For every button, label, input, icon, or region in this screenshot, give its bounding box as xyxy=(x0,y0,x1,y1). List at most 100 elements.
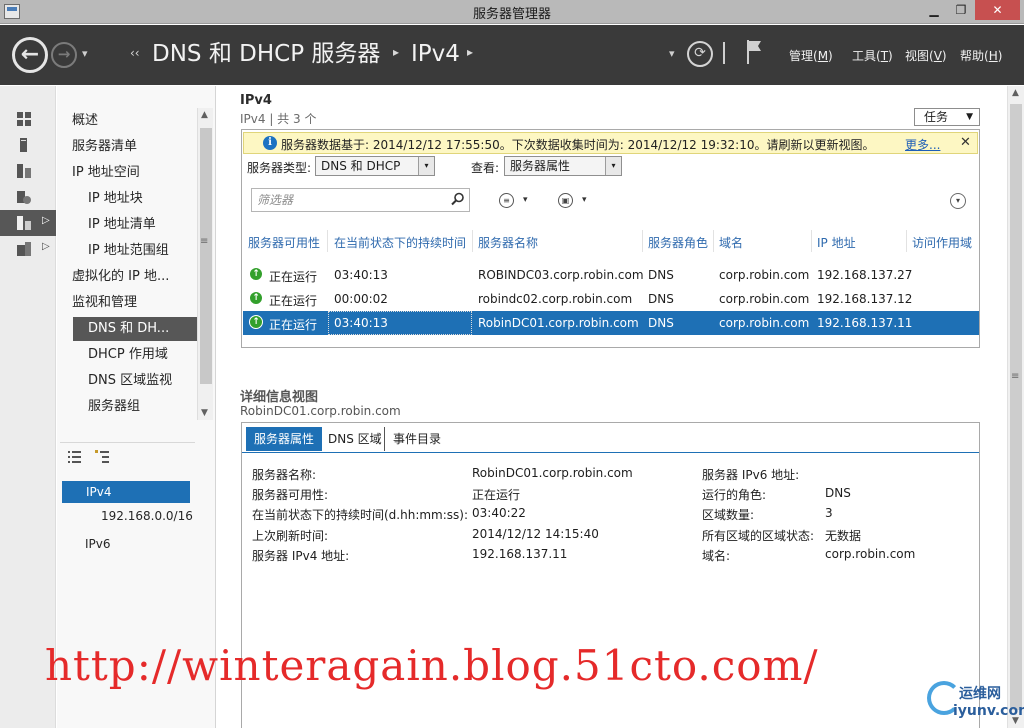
view-label: 查看: xyxy=(471,161,500,175)
column-header-availability[interactable]: 服务器可用性 xyxy=(248,234,320,251)
strip-all-servers[interactable] xyxy=(0,158,56,184)
cell-availability: 正在运行 xyxy=(269,294,318,308)
list-view-icon[interactable] xyxy=(65,448,83,466)
column-divider[interactable] xyxy=(713,230,714,252)
column-header-ip[interactable]: IP 地址 xyxy=(817,234,856,251)
nav-scrollbar[interactable]: ▲ ≡ ▼ xyxy=(197,108,213,420)
close-button[interactable]: ✕ xyxy=(975,0,1020,20)
column-header-role[interactable]: 服务器角色 xyxy=(648,234,708,251)
detail-label: 上次刷新时间: xyxy=(252,529,329,543)
watermark-url: http://winteragain.blog.51cto.com/ xyxy=(45,641,819,690)
cell-role: DNS xyxy=(648,268,674,282)
column-divider[interactable] xyxy=(642,230,643,252)
column-header-server-name[interactable]: 服务器名称 xyxy=(478,234,538,251)
back-button[interactable]: ← xyxy=(12,37,48,73)
expand-collapse-icon[interactable]: ▾ xyxy=(950,193,966,209)
cell-server-name: RobinDC01.corp.robin.com xyxy=(478,316,639,330)
scroll-up-icon[interactable]: ▲ xyxy=(1012,88,1019,98)
tree-view-icon[interactable] xyxy=(93,448,111,466)
main-scrollbar[interactable]: ▲ ≡ ▼ xyxy=(1007,86,1024,728)
search-icon[interactable] xyxy=(451,192,465,206)
save-query-icon[interactable]: ▣ xyxy=(558,193,573,208)
expand-arrow-icon[interactable]: ▷ xyxy=(42,215,50,226)
menu-manage[interactable]: 管理(M) xyxy=(789,47,833,64)
nav-item-ip-range-groups[interactable]: IP 地址范围组 xyxy=(88,239,169,263)
strip-dashboard[interactable] xyxy=(0,106,56,132)
filter-input[interactable]: 筛选器 xyxy=(251,188,470,212)
nav-item-overview[interactable]: 概述 xyxy=(72,109,98,133)
logo-url: iyunv.com xyxy=(953,703,1024,719)
column-divider[interactable] xyxy=(327,230,328,252)
chevron-down-icon[interactable]: ▾ xyxy=(582,195,587,205)
forward-button[interactable]: → xyxy=(51,42,77,68)
strip-file-services[interactable] xyxy=(0,184,56,210)
scroll-up-icon[interactable]: ▲ xyxy=(201,110,208,120)
notifications-flag-icon[interactable] xyxy=(745,39,763,65)
chevron-down-icon: ▾ xyxy=(605,157,621,175)
column-divider[interactable] xyxy=(811,230,812,252)
scroll-thumb[interactable] xyxy=(200,128,212,384)
column-divider[interactable] xyxy=(472,230,473,252)
scroll-thumb[interactable] xyxy=(1010,104,1022,710)
table-row[interactable]: ↑ 正在运行 00:00:02 robindc02.corp.robin.com… xyxy=(243,287,979,311)
details-tabs: 服务器属性 DNS 区域 事件目录 xyxy=(242,423,979,453)
column-header-domain[interactable]: 域名 xyxy=(719,234,743,251)
tasks-dropdown[interactable]: 任务 ▼ xyxy=(914,108,980,126)
header-divider xyxy=(723,42,725,64)
more-link[interactable]: 更多... xyxy=(905,136,940,153)
maximize-button[interactable]: ❐ xyxy=(948,0,974,20)
tab-server-properties[interactable]: 服务器属性 xyxy=(246,427,323,451)
detail-value: 正在运行 xyxy=(472,488,521,502)
nav-item-server-groups[interactable]: 服务器组 xyxy=(88,395,140,419)
menu-view[interactable]: 视图(V) xyxy=(905,47,947,64)
table-row[interactable]: ↑ 正在运行 03:40:13 ROBINDC03.corp.robin.com… xyxy=(243,263,979,287)
list-options-icon[interactable]: ≡ xyxy=(499,193,514,208)
breadcrumb-dns-dhcp[interactable]: DNS 和 DHCP 服务器 xyxy=(152,39,380,69)
column-divider[interactable] xyxy=(906,230,907,252)
nav-item-monitor-manage[interactable]: 监视和管理 xyxy=(72,291,137,315)
strip-local-server[interactable] xyxy=(0,132,56,158)
strip-remote-access[interactable]: ▷ xyxy=(0,236,56,262)
breadcrumb-ipv4[interactable]: IPv4 xyxy=(411,39,460,69)
nav-item-ip-address-blocks[interactable]: IP 地址块 xyxy=(88,187,143,211)
scroll-down-icon[interactable]: ▼ xyxy=(201,408,208,418)
nav-item-ip-address-inventory[interactable]: IP 地址清单 xyxy=(88,213,156,237)
menu-help[interactable]: 帮助(H) xyxy=(960,47,1002,64)
menu-tools[interactable]: 工具(T) xyxy=(852,47,893,64)
detail-value: 03:40:22 xyxy=(472,506,526,520)
view-select[interactable]: 服务器属性 ▾ xyxy=(504,156,622,176)
nav-item-ip-address-space[interactable]: IP 地址空间 xyxy=(72,161,140,185)
chevron-down-icon[interactable]: ▾ xyxy=(523,195,528,205)
breadcrumb-separator-icon[interactable]: ▸ xyxy=(467,45,473,59)
scope-ipv4[interactable]: IPv4 xyxy=(62,481,190,503)
menu-tools-tail: ) xyxy=(888,49,893,63)
cell-duration: 03:40:13 xyxy=(334,316,388,330)
strip-ipam[interactable]: ▷ xyxy=(0,210,56,236)
dismiss-icon[interactable]: ✕ xyxy=(960,135,971,150)
nav-item-server-inventory[interactable]: 服务器清单 xyxy=(72,135,137,159)
expand-arrow-icon[interactable]: ▷ xyxy=(42,241,50,252)
server-type-select[interactable]: DNS 和 DHCP ▾ xyxy=(315,156,435,176)
menu-help-tail: ) xyxy=(997,49,1003,63)
breadcrumb-overflow-icon[interactable]: ‹‹ xyxy=(130,46,140,60)
scope-subnet[interactable]: 192.168.0.0/16 xyxy=(101,505,193,527)
nav-item-virtualized-ip[interactable]: 虚拟化的 IP 地... xyxy=(72,265,169,289)
minimize-button[interactable]: ▁ xyxy=(921,0,947,20)
dashboard-icon xyxy=(17,112,31,126)
refresh-dropdown-icon[interactable]: ▾ xyxy=(669,47,675,60)
title-bar: 服务器管理器 ▁ ❐ ✕ xyxy=(0,0,1024,24)
nav-item-dns-dhcp-servers[interactable]: DNS 和 DH... xyxy=(73,317,197,341)
scope-ipv6[interactable]: IPv6 xyxy=(85,533,111,555)
nav-item-dns-zone-monitoring[interactable]: DNS 区域监视 xyxy=(88,369,172,393)
history-dropdown-icon[interactable]: ▾ xyxy=(82,47,88,60)
tree-divider xyxy=(60,442,195,443)
column-header-access-scope[interactable]: 访问作用域 xyxy=(912,234,972,251)
nav-item-dhcp-scopes[interactable]: DHCP 作用域 xyxy=(88,343,168,367)
table-row-selected[interactable]: ↑ 正在运行 03:40:13 RobinDC01.corp.robin.com… xyxy=(243,311,979,335)
column-header-duration[interactable]: 在当前状态下的持续时间 xyxy=(334,234,466,251)
menu-help-label: 帮助( xyxy=(960,49,989,63)
refresh-icon[interactable]: ⟳ xyxy=(687,41,713,67)
breadcrumb-separator-icon[interactable]: ▸ xyxy=(393,45,399,59)
tab-event-catalog[interactable]: 事件目录 xyxy=(384,427,449,451)
tab-dns-zones[interactable]: DNS 区域 xyxy=(320,427,390,451)
